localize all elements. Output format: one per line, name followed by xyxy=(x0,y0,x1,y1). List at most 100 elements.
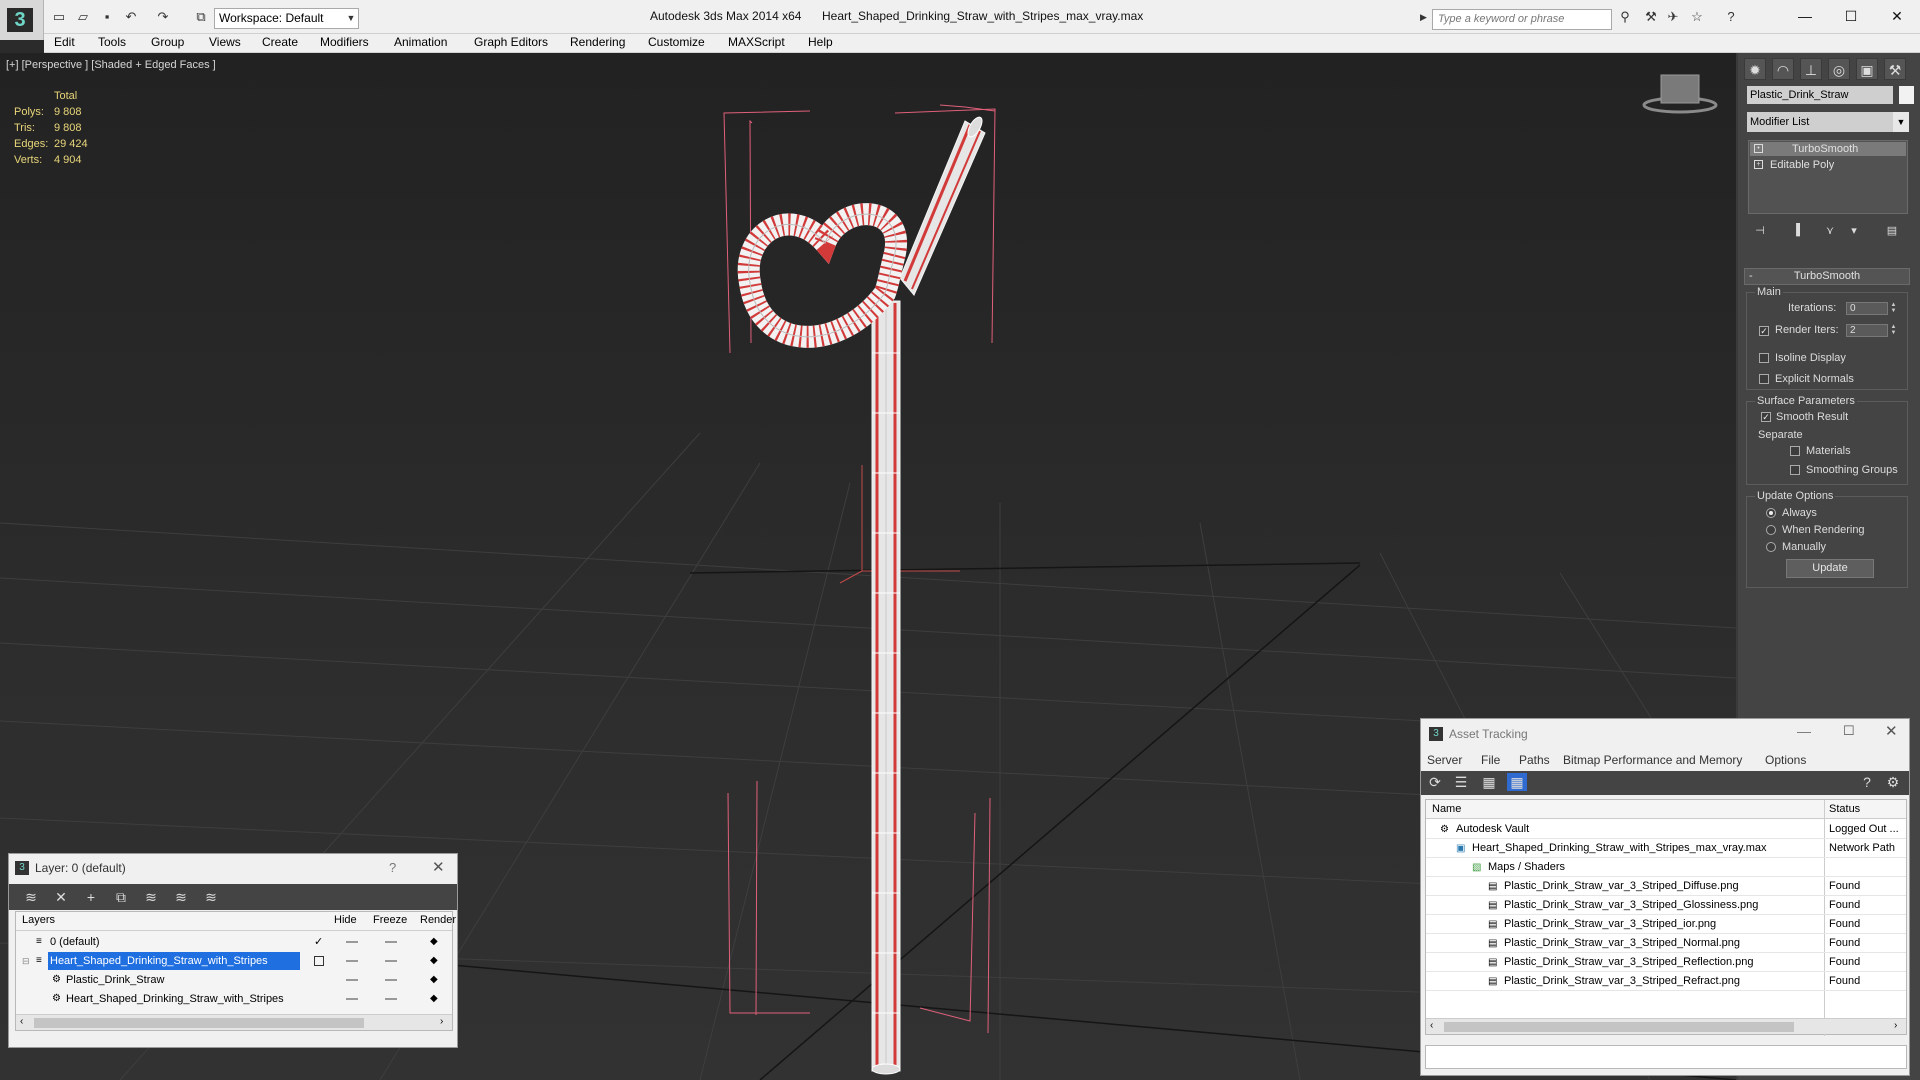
maximize-button[interactable]: ☐ xyxy=(1843,723,1855,739)
open-file-icon[interactable]: ▱ xyxy=(74,9,92,25)
search-expand-icon[interactable]: ▶ xyxy=(1420,12,1427,23)
scrollbar-thumb[interactable] xyxy=(1444,1022,1794,1032)
redo-icon[interactable]: ↷ xyxy=(154,9,172,25)
freeze-toggle[interactable] xyxy=(385,960,397,962)
render-teapot-icon[interactable]: ◆ xyxy=(430,990,438,1008)
update-button[interactable]: Update xyxy=(1786,559,1874,578)
menu-group[interactable]: Group xyxy=(151,35,184,49)
render-teapot-icon[interactable]: ◆ xyxy=(430,971,438,989)
stack-item-editable-poly[interactable]: + Editable Poly xyxy=(1750,158,1906,172)
scroll-left-icon[interactable]: ‹ xyxy=(20,1016,23,1027)
render-teapot-icon[interactable]: ◆ xyxy=(430,933,438,951)
undo-icon[interactable]: ↶ xyxy=(122,9,140,25)
table-row[interactable]: ▤ Plastic_Drink_Straw_var_3_Striped_Diff… xyxy=(1426,877,1906,896)
make-unique-icon[interactable]: ⋎ xyxy=(1822,224,1838,238)
column-header[interactable]: Status xyxy=(1829,800,1860,819)
scrollbar-thumb[interactable] xyxy=(34,1018,364,1028)
smooth-result-checkbox[interactable]: ✓ xyxy=(1761,412,1771,422)
freeze-toggle[interactable] xyxy=(385,941,397,943)
layer-row[interactable]: ⊟ ≡ Heart_Shaped_Drinking_Straw_with_Str… xyxy=(18,952,438,970)
add-icon[interactable]: + xyxy=(81,888,101,906)
app-menu-button[interactable]: 3 xyxy=(0,0,44,40)
new-file-icon[interactable]: ▭ xyxy=(50,9,68,25)
refresh-icon[interactable]: ⟳ xyxy=(1425,773,1445,791)
minimize-button[interactable]: — xyxy=(1782,6,1828,26)
motion-tab-icon[interactable]: ◎ xyxy=(1828,58,1850,80)
menu-graph-editors[interactable]: Graph Editors xyxy=(474,35,548,49)
utilities-tab-icon[interactable]: ⚒ xyxy=(1884,58,1906,80)
help-icon[interactable]: ? xyxy=(1857,773,1877,791)
search-input[interactable]: Type a keyword or phrase xyxy=(1432,9,1612,30)
scroll-right-icon[interactable]: › xyxy=(440,1016,443,1027)
always-radio[interactable] xyxy=(1766,508,1776,518)
menu-views[interactable]: Views xyxy=(209,35,241,49)
chevron-down-icon[interactable]: ▼ xyxy=(1893,112,1909,132)
binoculars-icon[interactable]: ⚲ xyxy=(1616,9,1634,25)
maximize-button[interactable]: ☐ xyxy=(1828,6,1874,26)
menu-maxscript[interactable]: MAXScript xyxy=(728,35,785,49)
spinner-arrows-icon[interactable]: ▲ ▼ xyxy=(1889,302,1898,315)
table-row[interactable]: ▤ Plastic_Drink_Straw_var_3_Striped_Refl… xyxy=(1426,953,1906,972)
turbosmooth-rollout-header[interactable]: - TurboSmooth xyxy=(1744,268,1910,285)
layers-icon[interactable]: ≋ xyxy=(21,888,41,906)
freeze-all-icon[interactable]: ≋ xyxy=(201,888,221,906)
menu-create[interactable]: Create xyxy=(262,35,298,49)
object-name-field[interactable]: Plastic_Drink_Straw xyxy=(1747,86,1893,104)
list-view-icon[interactable]: ☰ xyxy=(1451,773,1471,791)
close-button[interactable]: ✕ xyxy=(1885,722,1898,740)
menu-customize[interactable]: Customize xyxy=(648,35,705,49)
workspace-dropdown[interactable]: Workspace: Default xyxy=(214,8,359,29)
highlight-layer-icon[interactable]: ≋ xyxy=(141,888,161,906)
help-icon[interactable]: ? xyxy=(1722,9,1740,25)
subscription-icon[interactable]: ⚒ xyxy=(1642,9,1660,25)
settings-icon[interactable]: ⚙ xyxy=(1883,773,1903,791)
remove-modifier-icon[interactable]: ▾ xyxy=(1846,224,1862,238)
object-color-swatch[interactable] xyxy=(1899,86,1914,104)
spinner-arrows-icon[interactable]: ▲ ▼ xyxy=(1889,324,1898,337)
explicit-normals-checkbox[interactable] xyxy=(1759,374,1769,384)
show-end-result-icon[interactable]: ▐ xyxy=(1788,224,1804,238)
column-header[interactable]: Render xyxy=(420,914,456,926)
column-header[interactable]: Hide xyxy=(334,914,357,926)
render-iters-checkbox[interactable]: ✓ xyxy=(1759,326,1769,336)
project-folder-icon[interactable]: ⧉ xyxy=(192,9,210,25)
lightbulb-icon[interactable]: • xyxy=(1754,144,1763,153)
pin-stack-icon[interactable]: ⊣ xyxy=(1752,224,1768,238)
set-current-box[interactable] xyxy=(314,956,324,966)
when-rendering-radio[interactable] xyxy=(1766,525,1776,535)
display-tab-icon[interactable]: ▣ xyxy=(1856,58,1878,80)
delete-icon[interactable]: ✕ xyxy=(51,888,71,906)
materials-checkbox[interactable] xyxy=(1790,446,1800,456)
configure-modifier-sets-icon[interactable]: ▤ xyxy=(1884,224,1900,238)
menu-tools[interactable]: Tools xyxy=(98,35,126,49)
layer-row[interactable]: ≡ 0 (default) ✓ ◆ xyxy=(18,933,438,951)
menu-help[interactable]: Help xyxy=(808,35,833,49)
render-teapot-icon[interactable]: ◆ xyxy=(430,952,438,970)
close-button[interactable]: ✕ xyxy=(432,858,445,876)
menu-edit[interactable]: Edit xyxy=(54,35,75,49)
modifier-list-dropdown[interactable]: Modifier List xyxy=(1747,112,1909,132)
expand-plus-icon[interactable]: + xyxy=(1754,160,1763,169)
table-row[interactable]: ▧ Maps / Shaders xyxy=(1426,858,1906,877)
render-iters-spinner[interactable]: 2 xyxy=(1846,324,1888,337)
hide-toggle[interactable] xyxy=(346,979,358,981)
menu-file[interactable]: File xyxy=(1481,753,1500,767)
menu-modifiers[interactable]: Modifiers xyxy=(320,35,369,49)
column-header[interactable]: Layers xyxy=(22,914,55,926)
table-row[interactable]: ▣ Heart_Shaped_Drinking_Straw_with_Strip… xyxy=(1426,839,1906,858)
table-row[interactable]: ⚙ Autodesk Vault Logged Out ... xyxy=(1426,820,1906,839)
column-header[interactable]: Freeze xyxy=(373,914,407,926)
hierarchy-tab-icon[interactable]: ⊥ xyxy=(1800,58,1822,80)
horizontal-scrollbar[interactable]: ‹ › xyxy=(16,1014,452,1030)
hide-all-icon[interactable]: ≋ xyxy=(171,888,191,906)
chevron-down-icon[interactable]: ▼ xyxy=(344,9,358,28)
table-row[interactable]: ▤ Plastic_Drink_Straw_var_3_Striped_Glos… xyxy=(1426,896,1906,915)
communication-icon[interactable]: ✈ xyxy=(1664,9,1682,25)
help-button[interactable]: ? xyxy=(389,860,396,875)
column-header[interactable]: Name xyxy=(1432,800,1461,819)
freeze-toggle[interactable] xyxy=(385,979,397,981)
scroll-right-icon[interactable]: › xyxy=(1894,1020,1897,1031)
menu-paths[interactable]: Paths xyxy=(1519,753,1550,767)
asset-path-field[interactable] xyxy=(1425,1045,1907,1069)
viewport-label[interactable]: [+] [Perspective ] [Shaded + Edged Faces… xyxy=(6,59,216,71)
